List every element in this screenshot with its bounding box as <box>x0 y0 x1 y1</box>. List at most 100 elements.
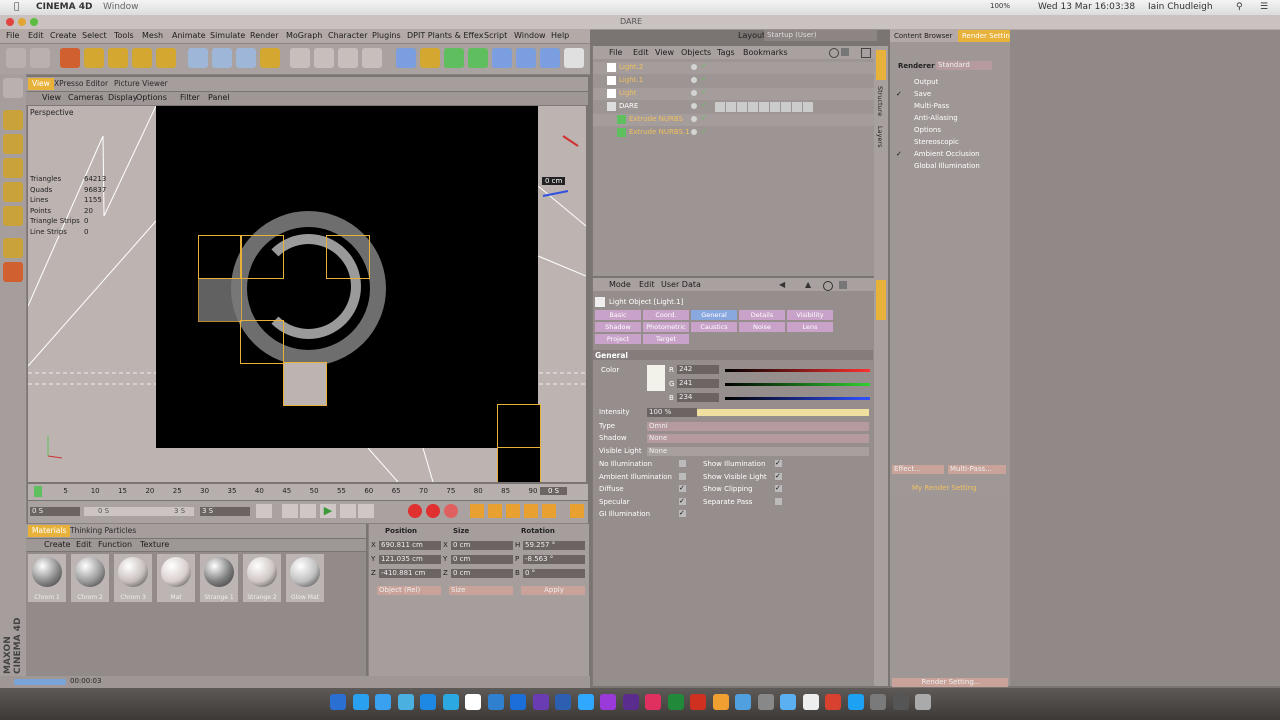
rotation-b-field[interactable]: 0 ° <box>523 569 585 578</box>
shadow-dropdown[interactable]: None <box>647 434 869 443</box>
search-icon[interactable] <box>829 48 839 58</box>
color-b-field[interactable]: 234 <box>677 393 719 402</box>
viewport-menu-display[interactable]: Display <box>108 93 138 102</box>
undo-icon[interactable] <box>6 48 26 68</box>
attr-tab-target[interactable]: Target <box>643 334 689 344</box>
material-menu-create[interactable]: Create <box>44 540 71 549</box>
tab-xpresso-editor[interactable]: XPresso Editor <box>50 78 112 90</box>
back-arrow-icon[interactable]: ◀ <box>779 281 787 289</box>
object-row[interactable]: Light ✓ <box>593 88 875 100</box>
menu-mesh[interactable]: Mesh <box>142 31 163 40</box>
side-tab-layers[interactable]: Layers <box>876 126 884 148</box>
edit-render-settings-icon[interactable] <box>362 48 382 68</box>
make-editable-icon[interactable] <box>3 78 23 98</box>
my-render-setting[interactable]: My Render Setting <box>912 484 977 492</box>
attr-tab-lens[interactable]: Lens <box>787 322 833 332</box>
color-g-slider[interactable] <box>725 383 870 386</box>
viewport-menu-filter[interactable]: Filter <box>180 93 200 102</box>
dock-app-icon[interactable] <box>330 694 346 710</box>
position-z-field[interactable]: -410.881 cm <box>379 569 441 578</box>
object-name[interactable]: Light <box>619 89 636 97</box>
material-swatch[interactable]: Glow Mat <box>286 554 324 602</box>
menu-simulate[interactable]: Simulate <box>210 31 245 40</box>
apple-icon[interactable]:  <box>14 2 19 12</box>
preview-range-slider[interactable]: 0 S 3 S <box>84 507 194 516</box>
material-swatch[interactable]: Mat <box>157 554 195 602</box>
object-enabled-check[interactable]: ✓ <box>701 88 707 96</box>
object-enabled-check[interactable]: ✓ <box>701 75 707 83</box>
dock-app-icon[interactable] <box>847 694 864 710</box>
parameter-key-icon[interactable] <box>524 504 538 518</box>
rs-check[interactable]: ✓ <box>896 90 902 98</box>
rs-item-multi-pass[interactable]: Multi-Pass <box>914 102 949 110</box>
object-visibility-dot[interactable] <box>691 77 697 83</box>
viewport-menu-view[interactable]: View <box>42 93 61 102</box>
menu-help[interactable]: Help <box>551 31 569 40</box>
attr-tab-visibility[interactable]: Visibility <box>787 310 833 320</box>
material-swatch[interactable]: Chrom 1 <box>28 554 66 602</box>
deformer-icon[interactable] <box>492 48 512 68</box>
attr-tab-general[interactable]: General <box>691 310 737 320</box>
workplane-icon[interactable] <box>3 158 23 178</box>
rotation-key-icon[interactable] <box>506 504 520 518</box>
effect-button[interactable]: Effect... <box>892 465 944 474</box>
rs-check[interactable]: ✓ <box>896 150 902 158</box>
objmgr-menu-edit[interactable]: Edit <box>633 48 649 57</box>
material-swatch[interactable]: Chrom 2 <box>71 554 109 602</box>
dock-app-icon[interactable] <box>690 694 706 710</box>
live-selection-icon[interactable] <box>60 48 80 68</box>
nurbs-icon[interactable] <box>444 48 464 68</box>
object-visibility-dot[interactable] <box>691 103 697 109</box>
object-name[interactable]: DARE <box>619 102 638 110</box>
recent-tools-icon[interactable] <box>156 48 176 68</box>
position-y-field[interactable]: 121.035 cm <box>379 555 441 564</box>
apply-button[interactable]: Apply <box>521 586 585 595</box>
dock-app-icon[interactable] <box>442 694 459 710</box>
go-to-end-icon[interactable] <box>358 504 374 518</box>
attr-menu-mode[interactable]: Mode <box>609 280 631 289</box>
next-frame-icon[interactable] <box>340 504 356 518</box>
points-mode-icon[interactable] <box>3 182 23 202</box>
render-view-icon[interactable] <box>290 48 310 68</box>
scale-icon[interactable] <box>108 48 128 68</box>
dock-app-icon[interactable] <box>735 694 751 710</box>
material-menu-function[interactable]: Function <box>98 540 132 549</box>
edges-mode-icon[interactable] <box>3 206 23 226</box>
object-enabled-check[interactable]: ✓ <box>701 101 707 109</box>
timeline-playhead[interactable] <box>34 486 42 497</box>
model-mode-icon[interactable] <box>3 110 23 130</box>
menu-character[interactable]: Character <box>328 31 368 40</box>
check-box[interactable] <box>679 472 686 480</box>
timeline-end-field[interactable]: 0 S <box>540 487 568 495</box>
user-name[interactable]: Iain Chudleigh <box>1148 2 1213 12</box>
menu-tools[interactable]: Tools <box>114 31 134 40</box>
tab-thinking-particles[interactable]: Thinking Particles <box>66 525 140 537</box>
up-arrow-icon[interactable]: ▲ <box>805 281 813 289</box>
object-enabled-check[interactable]: ✓ <box>701 62 707 70</box>
object-visibility-dot[interactable] <box>691 116 697 122</box>
object-row[interactable]: Extrude NURBS.1 ✓ <box>593 127 875 139</box>
zoom-window-icon[interactable] <box>30 18 38 26</box>
menu-plugins[interactable]: Plugins <box>372 31 401 40</box>
check-box[interactable]: ✓ <box>679 510 686 517</box>
coordinate-system-icon[interactable] <box>260 48 280 68</box>
minimize-window-icon[interactable] <box>18 18 26 26</box>
cube-icon[interactable] <box>396 48 416 68</box>
attr-tab-details[interactable]: Details <box>739 310 785 320</box>
rotation-p-field[interactable]: -8.563 ° <box>523 555 585 564</box>
object-enabled-check[interactable]: ✓ <box>701 114 707 122</box>
rs-item-ambient-occlusion[interactable]: Ambient Occlusion <box>914 150 980 158</box>
check-box[interactable]: ✓ <box>679 485 686 492</box>
autokey-icon[interactable] <box>426 504 440 518</box>
dock-app-icon[interactable] <box>532 694 549 710</box>
layout-dropdown[interactable]: Startup (User) <box>764 30 877 41</box>
enable-axis-icon[interactable] <box>3 262 23 282</box>
dock-app-icon[interactable] <box>667 694 684 710</box>
dock-app-icon[interactable] <box>825 694 841 710</box>
side-tab-attributes[interactable] <box>876 280 886 320</box>
multipass-button[interactable]: Multi-Pass... <box>948 465 1006 474</box>
dock-app-icon[interactable] <box>645 694 661 710</box>
menu-select[interactable]: Select <box>82 31 107 40</box>
rs-item-options[interactable]: Options <box>914 126 941 134</box>
pla-key-icon[interactable] <box>542 504 556 518</box>
